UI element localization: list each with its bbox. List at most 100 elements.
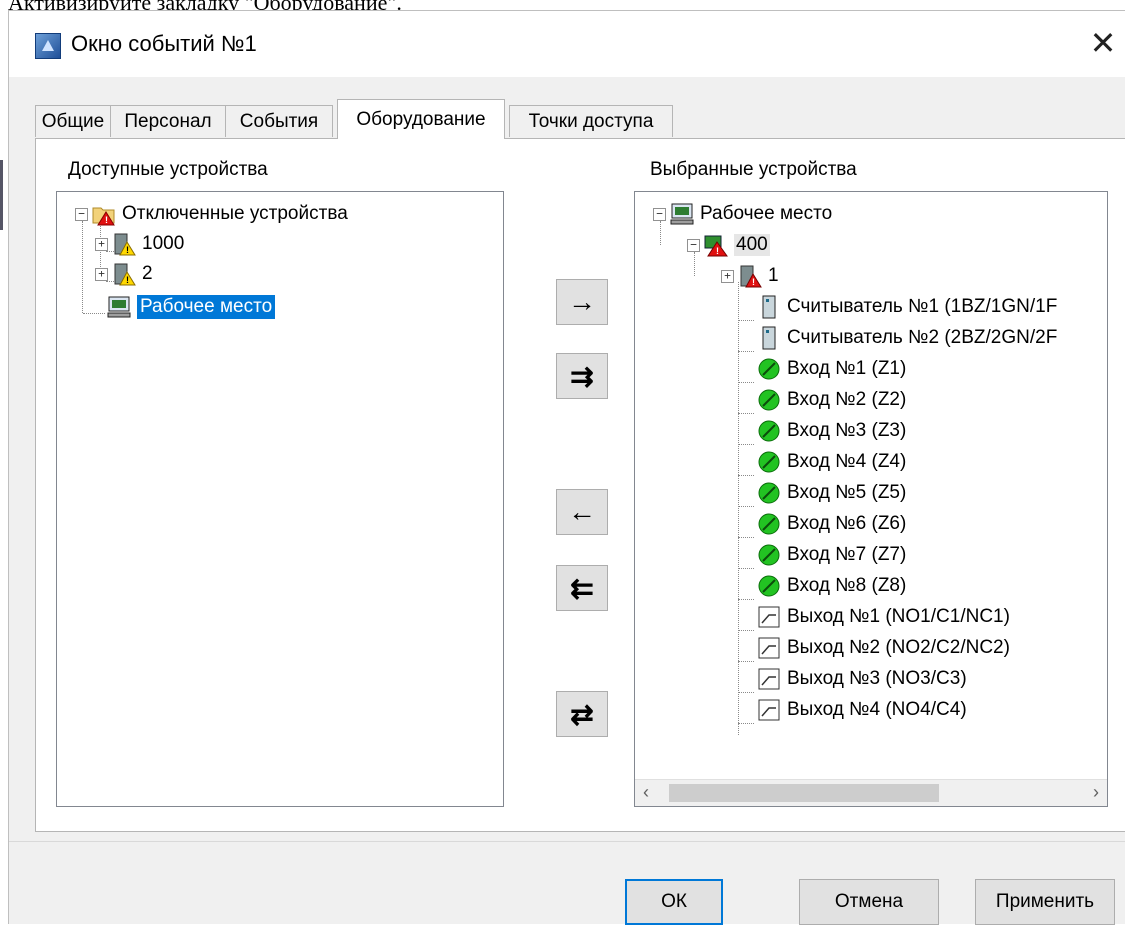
input-ok-icon (757, 419, 781, 443)
svg-text:!: ! (105, 215, 108, 225)
tree-item-output[interactable]: Выход №4 (NO4/C4) (757, 695, 967, 725)
tree-item-input[interactable]: Вход №6 (Z6) (757, 509, 906, 539)
output-relay-icon (757, 636, 781, 660)
tree-item-input[interactable]: Вход №8 (Z8) (757, 571, 906, 601)
background-edge (0, 160, 3, 230)
input-ok-icon (757, 388, 781, 412)
tree-item-1000[interactable]: + ! 1000 (95, 229, 184, 259)
tree-item-label: Вход №4 (Z4) (787, 451, 907, 472)
output-relay-icon (757, 605, 781, 629)
ok-button[interactable]: ОК (625, 879, 723, 925)
app-icon (35, 33, 61, 59)
selected-devices-label: Выбранные устройства (650, 159, 857, 180)
input-ok-icon (757, 543, 781, 567)
output-relay-icon (757, 698, 781, 722)
svg-text:!: ! (752, 277, 755, 287)
expand-icon[interactable]: + (95, 237, 108, 251)
tab-personnel[interactable]: Персонал (110, 105, 226, 137)
expand-icon[interactable]: + (721, 269, 734, 283)
apply-button[interactable]: Применить (975, 879, 1115, 925)
workstation-icon (107, 295, 131, 319)
tree-item-label: Вход №7 (Z7) (787, 544, 907, 565)
tree-item-workstation[interactable]: − Рабочее место (653, 199, 832, 229)
svg-text:!: ! (126, 245, 129, 255)
input-ok-icon (757, 574, 781, 598)
reader-icon (757, 326, 781, 350)
scroll-left-icon[interactable]: ‹ (643, 782, 649, 803)
tree-item-label: Выход №3 (NO3/C3) (787, 668, 967, 689)
tree-item-label: Рабочее место (137, 295, 276, 319)
tree-item-reader-2[interactable]: Считыватель №2 (2BZ/2GN/2F (757, 323, 1057, 353)
tree-item-input[interactable]: Вход №1 (Z1) (757, 354, 906, 384)
output-relay-icon (757, 667, 781, 691)
window-title: Окно событий №1 (71, 31, 257, 56)
collapse-icon[interactable]: − (687, 238, 700, 252)
tree-item-input[interactable]: Вход №3 (Z3) (757, 416, 906, 446)
tree-item-output[interactable]: Выход №3 (NO3/C3) (757, 664, 967, 694)
equipment-tab-panel: Доступные устройства Выбранные устройств… (35, 138, 1125, 832)
tree-item-output[interactable]: Выход №1 (NO1/C1/NC1) (757, 602, 1010, 632)
available-devices-label: Доступные устройства (68, 159, 268, 180)
footer-divider (9, 841, 1125, 842)
folder-warning-icon: ! (92, 202, 116, 226)
expand-icon[interactable]: + (95, 267, 108, 281)
remove-all-button[interactable]: ⇇ (556, 565, 608, 611)
title-bar: Окно событий №1 ✕ (9, 11, 1125, 77)
door-warning-icon: ! (112, 232, 136, 256)
controller-alarm-icon: ! (704, 233, 728, 257)
collapse-icon[interactable]: − (75, 207, 88, 221)
input-ok-icon (757, 357, 781, 381)
tree-item-label: 400 (734, 234, 770, 256)
tree-item-label: Считыватель №1 (1BZ/1GN/1F (787, 296, 1058, 317)
tab-equipment[interactable]: Оборудование (337, 99, 505, 139)
tree-item-input[interactable]: Вход №4 (Z4) (757, 447, 906, 477)
tree-item-input[interactable]: Вход №2 (Z2) (757, 385, 906, 415)
tab-general[interactable]: Общие (35, 105, 111, 137)
collapse-icon[interactable]: − (653, 207, 666, 221)
tree-item-2[interactable]: + ! 2 (95, 259, 153, 289)
close-button[interactable]: ✕ (1080, 23, 1125, 63)
scrollbar-thumb[interactable] (669, 784, 939, 802)
swap-button[interactable]: ⇄ (556, 691, 608, 737)
input-ok-icon (757, 481, 781, 505)
tree-item-workstation[interactable]: Рабочее место (107, 292, 276, 322)
svg-text:!: ! (126, 275, 129, 285)
door-warning-icon: ! (112, 262, 136, 286)
tree-item-label: Выход №2 (NO2/C2/NC2) (787, 637, 1010, 658)
svg-text:!: ! (716, 246, 719, 256)
tree-item-label: 1 (768, 265, 779, 286)
add-button[interactable]: → (556, 279, 608, 325)
horizontal-scrollbar[interactable]: ‹ › (635, 779, 1107, 806)
remove-button[interactable]: ← (556, 489, 608, 535)
workstation-icon (670, 202, 694, 226)
reader-icon (757, 295, 781, 319)
tree-item-label: Вход №8 (Z8) (787, 575, 907, 596)
tree-item-label: Выход №4 (NO4/C4) (787, 699, 967, 720)
tree-item-output[interactable]: Выход №2 (NO2/C2/NC2) (757, 633, 1010, 663)
tree-item-reader-1[interactable]: Считыватель №1 (1BZ/1GN/1F (757, 292, 1057, 322)
scroll-right-icon[interactable]: › (1093, 782, 1099, 803)
tree-item-label: Считыватель №2 (2BZ/2GN/2F (787, 327, 1058, 348)
tree-item-label: Вход №6 (Z6) (787, 513, 907, 534)
tree-item-door-1[interactable]: + ! 1 (721, 261, 779, 291)
tree-item-label: Отключенные устройства (122, 203, 348, 224)
cancel-button[interactable]: Отмена (799, 879, 939, 925)
input-ok-icon (757, 512, 781, 536)
add-all-button[interactable]: ⇉ (556, 353, 608, 399)
tree-item-input[interactable]: Вход №5 (Z5) (757, 478, 906, 508)
tree-item-label: 1000 (142, 233, 185, 254)
event-window: Окно событий №1 ✕ Общие Персонал События… (8, 10, 1125, 925)
tree-item-label: Вход №1 (Z1) (787, 358, 907, 379)
available-devices-tree[interactable]: − ! Отключенные устройства + ! 1000 + ! … (56, 191, 504, 807)
tab-access-points[interactable]: Точки доступа (509, 105, 673, 137)
door-alarm-icon: ! (738, 264, 762, 288)
tree-item-input[interactable]: Вход №7 (Z7) (757, 540, 906, 570)
tab-events[interactable]: События (225, 105, 333, 137)
tree-item-controller-400[interactable]: − ! 400 (687, 230, 770, 260)
tree-item-disabled-devices[interactable]: − ! Отключенные устройства (75, 199, 348, 229)
tree-item-label: Вход №3 (Z3) (787, 420, 907, 441)
selected-devices-tree[interactable]: − Рабочее место − ! 400 + ! 1 Считывател… (634, 191, 1108, 807)
tree-item-label: 2 (142, 263, 153, 284)
tree-item-label: Рабочее место (700, 203, 833, 224)
tree-item-label: Вход №2 (Z2) (787, 389, 907, 410)
